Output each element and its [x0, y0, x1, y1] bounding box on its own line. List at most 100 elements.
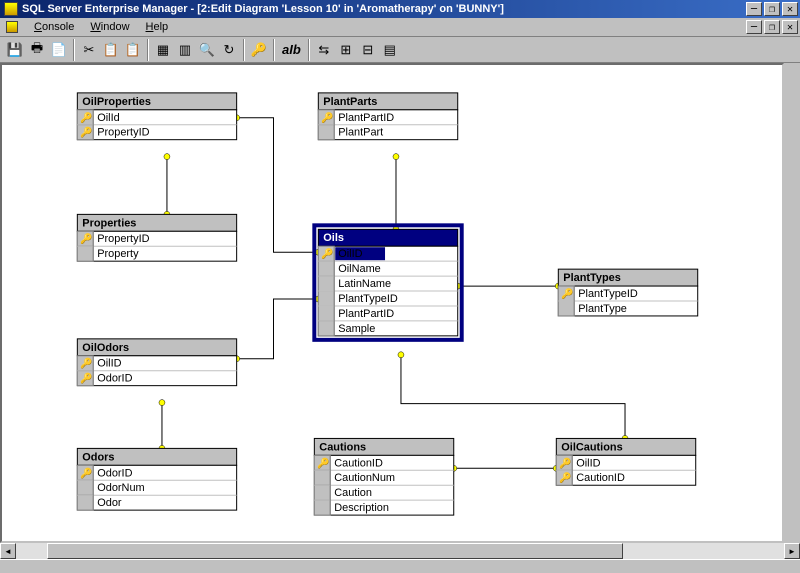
- column-name[interactable]: LatinName: [338, 278, 391, 290]
- cut-icon[interactable]: ✂: [78, 39, 100, 61]
- table-title: PlantParts: [323, 96, 377, 108]
- er-diagram[interactable]: OilProperties🔑OilId🔑PropertyIDProperties…: [2, 65, 782, 541]
- column-name[interactable]: OilName: [338, 263, 381, 275]
- table-title: OilProperties: [82, 96, 151, 108]
- text-annotation-icon[interactable]: aIb: [278, 39, 305, 61]
- column-name[interactable]: Property: [97, 248, 139, 260]
- diagram-workspace[interactable]: OilProperties🔑OilId🔑PropertyIDProperties…: [0, 63, 784, 543]
- key-icon: 🔑: [80, 111, 93, 124]
- column-name[interactable]: OilID: [576, 457, 600, 469]
- save-icon[interactable]: 💾: [4, 39, 26, 61]
- recalc-icon[interactable]: ↻: [218, 39, 240, 61]
- relationship-Oils-OilProperties[interactable]: [237, 118, 319, 252]
- close-button[interactable]: ✕: [782, 2, 798, 16]
- scroll-thumb[interactable]: [47, 543, 623, 559]
- relationship-Oils-OilOdors[interactable]: [237, 299, 319, 359]
- key-icon: 🔑: [321, 247, 334, 260]
- column-name[interactable]: PlantPart: [338, 127, 383, 139]
- maximize-button[interactable]: ❐: [764, 2, 780, 16]
- mdi-restore-button[interactable]: ❐: [764, 20, 780, 34]
- column-name[interactable]: PropertyID: [97, 233, 149, 245]
- paste-icon[interactable]: 📋: [122, 39, 144, 61]
- auto-arrange-icon[interactable]: ⊟: [357, 39, 379, 61]
- column-name[interactable]: OdorID: [97, 467, 132, 479]
- show-rel-icon[interactable]: ⇆: [313, 39, 335, 61]
- column-name[interactable]: PlantTypeID: [578, 288, 638, 300]
- key-icon: 🔑: [80, 466, 93, 479]
- column-name[interactable]: CautionID: [334, 457, 383, 469]
- column-name[interactable]: OilID: [338, 248, 362, 260]
- relationship-endpoint: [159, 400, 165, 406]
- key-icon: 🔑: [80, 357, 93, 370]
- column-name[interactable]: Sample: [338, 323, 375, 335]
- relationship-endpoint: [393, 154, 399, 160]
- print-icon[interactable]: 🖶: [26, 39, 48, 61]
- table-title: Properties: [82, 217, 136, 229]
- column-name[interactable]: Odor: [97, 497, 122, 509]
- column-name[interactable]: PlantPartID: [338, 112, 394, 124]
- column-name[interactable]: Caution: [334, 487, 372, 499]
- table-PlantTypes[interactable]: PlantTypes 🔑 PlantTypeID PlantType: [558, 269, 697, 316]
- horizontal-scrollbar[interactable]: ◄ ►: [0, 543, 800, 559]
- copy-icon[interactable]: 📋: [100, 39, 122, 61]
- key-icon: 🔑: [317, 456, 330, 469]
- title-text: SQL Server Enterprise Manager - [2:Edit …: [22, 3, 746, 15]
- table-PlantParts[interactable]: PlantParts 🔑 PlantPartID PlantPart: [318, 93, 457, 140]
- key-icon: 🔑: [80, 372, 93, 385]
- print-preview-icon[interactable]: 📄: [48, 39, 70, 61]
- arrange-icon[interactable]: ⊞: [335, 39, 357, 61]
- table-Oils[interactable]: Oils🔑OilIDOilNameLatinNamePlantTypeIDPla…: [314, 225, 461, 340]
- menu-bar: Console Window Help ─ ❐ ✕: [0, 18, 800, 37]
- table-OilCautions[interactable]: OilCautions 🔑 OilID 🔑 CautionID: [556, 438, 695, 485]
- column-name[interactable]: OdorID: [97, 373, 132, 385]
- key-icon: 🔑: [80, 126, 93, 139]
- menu-console[interactable]: Console: [26, 19, 82, 35]
- key-icon: 🔑: [561, 287, 574, 300]
- scroll-track[interactable]: [16, 543, 784, 559]
- table-title: OilOdors: [82, 342, 129, 354]
- column-name[interactable]: PlantPartID: [338, 308, 394, 320]
- table-title: OilCautions: [561, 441, 622, 453]
- minimize-button[interactable]: ─: [746, 2, 762, 16]
- column-name[interactable]: PlantTypeID: [338, 293, 398, 305]
- column-name[interactable]: PlantType: [578, 303, 627, 315]
- table-OilOdors[interactable]: OilOdors 🔑 OilID 🔑 OdorID: [77, 339, 236, 386]
- add-table-icon[interactable]: ▦: [152, 39, 174, 61]
- app-icon: [4, 2, 18, 16]
- zoom-icon[interactable]: 🔍: [196, 39, 218, 61]
- relationship-endpoint: [398, 352, 404, 358]
- status-bar: [0, 559, 800, 573]
- mdi-minimize-button[interactable]: ─: [746, 20, 762, 34]
- table-Odors[interactable]: Odors 🔑 OdorID OdorNum Odor: [77, 448, 236, 510]
- window-buttons: ─ ❐ ✕: [746, 2, 800, 16]
- table-Cautions[interactable]: Cautions 🔑 CautionID CautionNum Caution Descr…: [314, 438, 453, 515]
- scroll-right-button[interactable]: ►: [784, 543, 800, 559]
- column-name[interactable]: CautionNum: [334, 472, 395, 484]
- table-title: Odors: [82, 451, 114, 463]
- vertical-scrollbar[interactable]: [784, 63, 800, 543]
- column-name[interactable]: PropertyID: [97, 127, 149, 139]
- key-icon: 🔑: [559, 471, 572, 484]
- table-title: PlantTypes: [563, 272, 621, 284]
- page-breaks-icon[interactable]: ▤: [379, 39, 401, 61]
- column-name[interactable]: CautionID: [576, 472, 625, 484]
- mdi-icon[interactable]: [4, 19, 20, 35]
- mdi-close-button[interactable]: ✕: [782, 20, 798, 34]
- table-Properties[interactable]: Properties 🔑 PropertyID Property: [77, 214, 236, 261]
- table-OilProperties[interactable]: OilProperties 🔑 OilId 🔑 PropertyID: [77, 93, 236, 140]
- key-icon: 🔑: [321, 111, 334, 124]
- column-name[interactable]: Description: [334, 502, 389, 514]
- scroll-left-button[interactable]: ◄: [0, 543, 16, 559]
- column-name[interactable]: OilId: [97, 112, 120, 124]
- new-table-icon[interactable]: ▥: [174, 39, 196, 61]
- column-name[interactable]: OilID: [97, 358, 121, 370]
- key-icon: 🔑: [80, 232, 93, 245]
- table-title: Cautions: [319, 441, 366, 453]
- toolbar: 💾🖶📄✂📋📋▦▥🔍↻🔑aIb⇆⊞⊟▤: [0, 37, 800, 63]
- key-icon: 🔑: [559, 456, 572, 469]
- menu-help[interactable]: Help: [138, 19, 177, 35]
- key-icon[interactable]: 🔑: [248, 39, 270, 61]
- menu-window[interactable]: Window: [82, 19, 137, 35]
- column-name[interactable]: OdorNum: [97, 482, 144, 494]
- relationship-Oils-OilCautions[interactable]: [401, 355, 625, 439]
